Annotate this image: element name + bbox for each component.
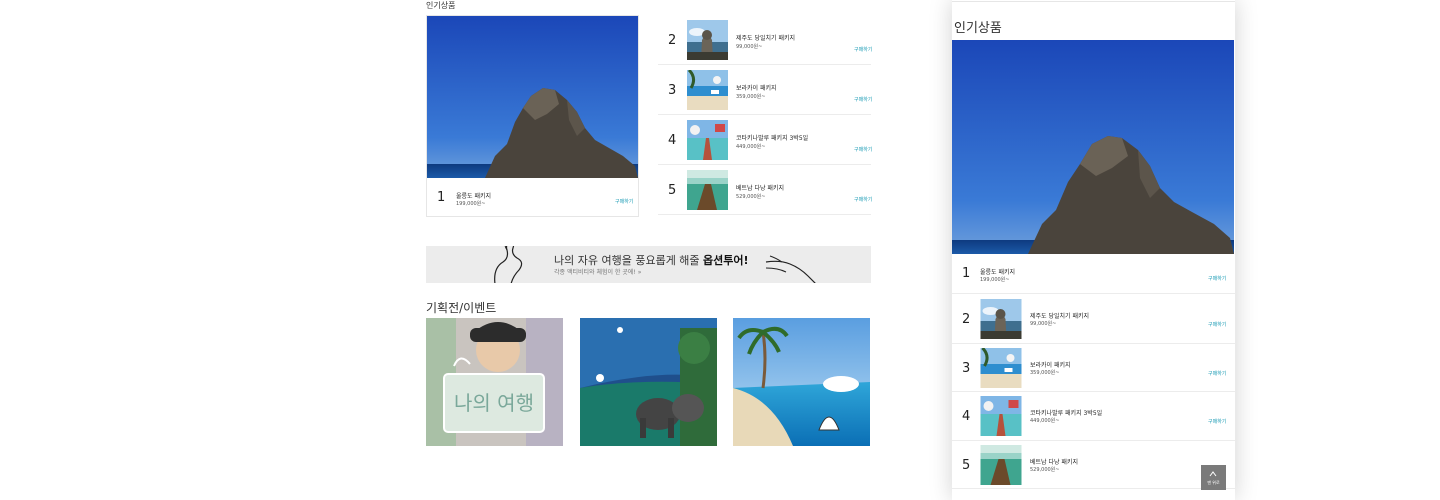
scroll-to-top-button[interactable]: 맨 위로 <box>1201 465 1226 490</box>
rank-number: 4 <box>668 133 677 148</box>
product-row-rank-3[interactable]: 3 보라카이 패키지 359,000원~ 구매하기 <box>658 65 872 115</box>
product-price: 99,000원~ <box>1030 321 1057 327</box>
mobile-preview: 인기상품 1 울릉도 패키지 199,000원~ 구매하기 2 제주도 당일치기… <box>952 0 1235 500</box>
product-thumbnail-danang[interactable] <box>687 170 728 210</box>
product-name[interactable]: 제주도 당일치기 패키지 <box>1030 311 1089 320</box>
product-thumbnail-jeju[interactable] <box>980 299 1022 339</box>
product-name[interactable]: 코타키나발루 패키지 3박5일 <box>1030 408 1102 417</box>
product-row-rank-2[interactable]: 2 제주도 당일치기 패키지 99,000원~ 구매하기 <box>658 15 872 65</box>
product-name[interactable]: 울릉도 패키지 <box>980 267 1015 276</box>
product-thumbnail-boracay[interactable] <box>687 70 728 110</box>
ranked-product-list: 2 제주도 당일치기 패키지 99,000원~ 구매하기 3 보라카이 패키지 … <box>658 15 872 215</box>
buy-link[interactable]: 구매하기 <box>1208 418 1226 425</box>
banner-headline-emphasis: 옵션투어! <box>703 254 749 267</box>
rank-number: 3 <box>668 83 677 98</box>
mobile-product-row-rank-4[interactable]: 4 코타키나발루 패키지 3박5일 449,000원~ 구매하기 <box>952 392 1235 441</box>
buy-link[interactable]: 구매하기 <box>615 198 633 205</box>
divider <box>952 1 1235 2</box>
product-price: 449,000원~ <box>736 144 766 150</box>
product-name[interactable]: 울릉도 패키지 <box>456 191 491 200</box>
product-name[interactable]: 보라카이 패키지 <box>1030 360 1071 369</box>
option-tour-banner[interactable]: 나의 자유 여행을 풍요롭게 해줄 옵션투어! 각종 액티비티와 체험이 한 곳… <box>426 246 871 283</box>
mobile-product-row-rank-3[interactable]: 3 보라카이 패키지 359,000원~ 구매하기 <box>952 344 1235 392</box>
product-image-ulleungdo[interactable] <box>427 16 638 178</box>
product-name[interactable]: 베트남 다낭 패키지 <box>736 183 784 192</box>
banner-headline: 나의 자유 여행을 풍요롭게 해줄 옵션투어! <box>554 252 749 268</box>
rank-number: 4 <box>962 409 971 424</box>
product-name[interactable]: 제주도 당일치기 패키지 <box>736 33 795 42</box>
product-thumbnail-danang[interactable] <box>980 445 1022 485</box>
product-price: 529,000원~ <box>1030 467 1060 473</box>
product-info: 1 울릉도 패키지 199,000원~ 구매하기 <box>427 178 638 216</box>
product-thumbnail-kota-kinabalu[interactable] <box>980 396 1022 436</box>
buy-link[interactable]: 구매하기 <box>1208 321 1226 328</box>
chevron-up-icon <box>1209 471 1217 477</box>
hand-reaching-icon <box>765 255 816 283</box>
buy-link[interactable]: 구매하기 <box>854 96 872 103</box>
mobile-popular-title: 인기상품 <box>954 21 1002 36</box>
buy-link[interactable]: 구매하기 <box>854 46 872 53</box>
popular-products-title: 인기상품 <box>426 1 456 10</box>
mobile-product-row-rank-1[interactable]: 1 울릉도 패키지 199,000원~ 구매하기 <box>952 254 1235 294</box>
product-row-rank-4[interactable]: 4 코타키나발루 패키지 3박5일 449,000원~ 구매하기 <box>658 115 872 165</box>
product-price: 529,000원~ <box>736 194 766 200</box>
rank-number: 5 <box>962 458 971 473</box>
buy-link[interactable]: 구매하기 <box>854 146 872 153</box>
event-text: 나의 여행 <box>454 391 534 415</box>
product-card-rank-1[interactable]: 1 울릉도 패키지 199,000원~ 구매하기 <box>426 15 639 217</box>
product-name[interactable]: 베트남 다낭 패키지 <box>1030 457 1078 466</box>
product-thumbnail-jeju[interactable] <box>687 20 728 60</box>
event-card-elephant-trek[interactable] <box>580 318 717 446</box>
mobile-product-row-rank-5[interactable]: 5 베트남 다낭 패키지 529,000원~ <box>952 441 1235 489</box>
rank-number: 3 <box>962 361 971 376</box>
rank-number: 2 <box>668 33 677 48</box>
hand-pointing-icon <box>494 246 523 283</box>
product-price: 449,000원~ <box>1030 418 1060 424</box>
rank-number: 5 <box>668 183 677 198</box>
product-row-rank-5[interactable]: 5 베트남 다낭 패키지 529,000원~ 구매하기 <box>658 165 872 215</box>
banner-subtext: 각종 액티비티와 체험이 한 곳에! » <box>554 269 642 276</box>
product-price: 359,000원~ <box>1030 370 1060 376</box>
event-card-my-trip[interactable]: 나의 여행 <box>426 318 563 446</box>
product-price: 99,000원~ <box>736 44 763 50</box>
mobile-product-image-ulleungdo[interactable] <box>952 40 1234 254</box>
product-price: 199,000원~ <box>456 201 486 207</box>
banner-headline-prefix: 나의 자유 여행을 풍요롭게 해줄 <box>554 254 704 267</box>
product-thumbnail-kota-kinabalu[interactable] <box>687 120 728 160</box>
product-price: 359,000원~ <box>736 94 766 100</box>
product-name[interactable]: 보라카이 패키지 <box>736 83 777 92</box>
scroll-to-top-label: 맨 위로 <box>1207 480 1220 485</box>
buy-link[interactable]: 구매하기 <box>1208 275 1226 282</box>
rank-number: 1 <box>962 266 971 281</box>
mobile-product-row-rank-2[interactable]: 2 제주도 당일치기 패키지 99,000원~ 구매하기 <box>952 295 1235 344</box>
buy-link[interactable]: 구매하기 <box>854 196 872 203</box>
product-thumbnail-boracay[interactable] <box>980 348 1022 388</box>
rank-number: 1 <box>437 190 446 205</box>
product-price: 199,000원~ <box>980 277 1010 283</box>
event-card-beach[interactable] <box>733 318 870 446</box>
events-section-title: 기획전/이벤트 <box>426 301 497 315</box>
rank-number: 2 <box>962 312 971 327</box>
buy-link[interactable]: 구매하기 <box>1208 370 1226 377</box>
product-name[interactable]: 코타키나발루 패키지 3박5일 <box>736 133 808 142</box>
